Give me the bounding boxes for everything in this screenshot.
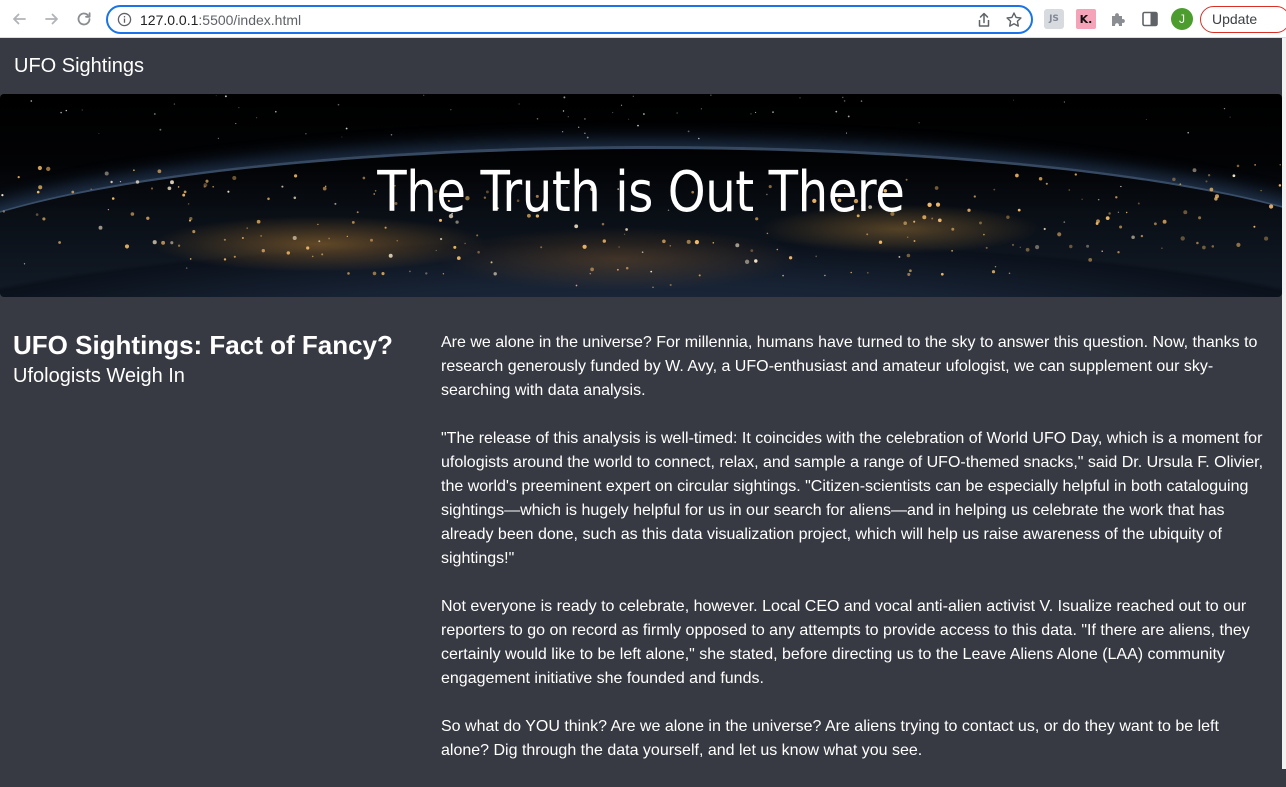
navbar-brand[interactable]: UFO Sightings [14,55,144,78]
article-title: UFO Sightings: Fact of Fancy? [13,330,393,360]
back-icon [13,13,26,25]
reload-icon [77,12,91,26]
info-icon[interactable] [117,12,132,27]
puzzle-icon[interactable] [1108,9,1128,29]
forward-button[interactable] [41,8,63,30]
article-paragraph: "The release of this analysis is well-ti… [441,430,1264,567]
url-text[interactable]: 127.0.0.1:5500/index.html [140,12,301,28]
address-bar[interactable]: 127.0.0.1:5500/index.html [106,5,1033,34]
back-button[interactable] [8,8,30,30]
js-extension-icon[interactable]: JS [1044,9,1064,29]
side-panel-icon[interactable] [1140,9,1160,29]
article-paragraph: Not everyone is ready to celebrate, howe… [441,598,1250,687]
page-scrollbar[interactable] [1282,38,1286,769]
article-body: Are we alone in the universe? For millen… [441,331,1271,787]
share-icon[interactable] [975,11,993,29]
hero-banner: The Truth is Out There [0,94,1282,297]
profile-avatar[interactable]: J [1171,8,1193,30]
reload-button[interactable] [73,8,95,30]
k-extension-icon[interactable]: K. [1076,9,1096,29]
article-paragraph: Are we alone in the universe? For millen… [441,334,1258,399]
hero-title: The Truth is Out There [377,160,905,225]
article-header: UFO Sightings: Fact of Fancy? Ufologists… [13,330,413,390]
star-icon[interactable] [1005,11,1023,29]
article-subtitle: Ufologists Weigh In [13,365,185,387]
article-paragraph: So what do YOU think? Are we alone in th… [441,718,1219,759]
browser-toolbar: 127.0.0.1:5500/index.html JS K. J Update [0,0,1286,38]
forward-icon [45,13,58,25]
page-content: UFO Sightings The Truth is Out There UFO… [0,38,1282,769]
url-path: :5500/index.html [198,12,302,28]
update-button[interactable]: Update [1200,6,1286,33]
url-host: 127.0.0.1 [140,12,199,28]
navbar: UFO Sightings [0,38,1282,94]
